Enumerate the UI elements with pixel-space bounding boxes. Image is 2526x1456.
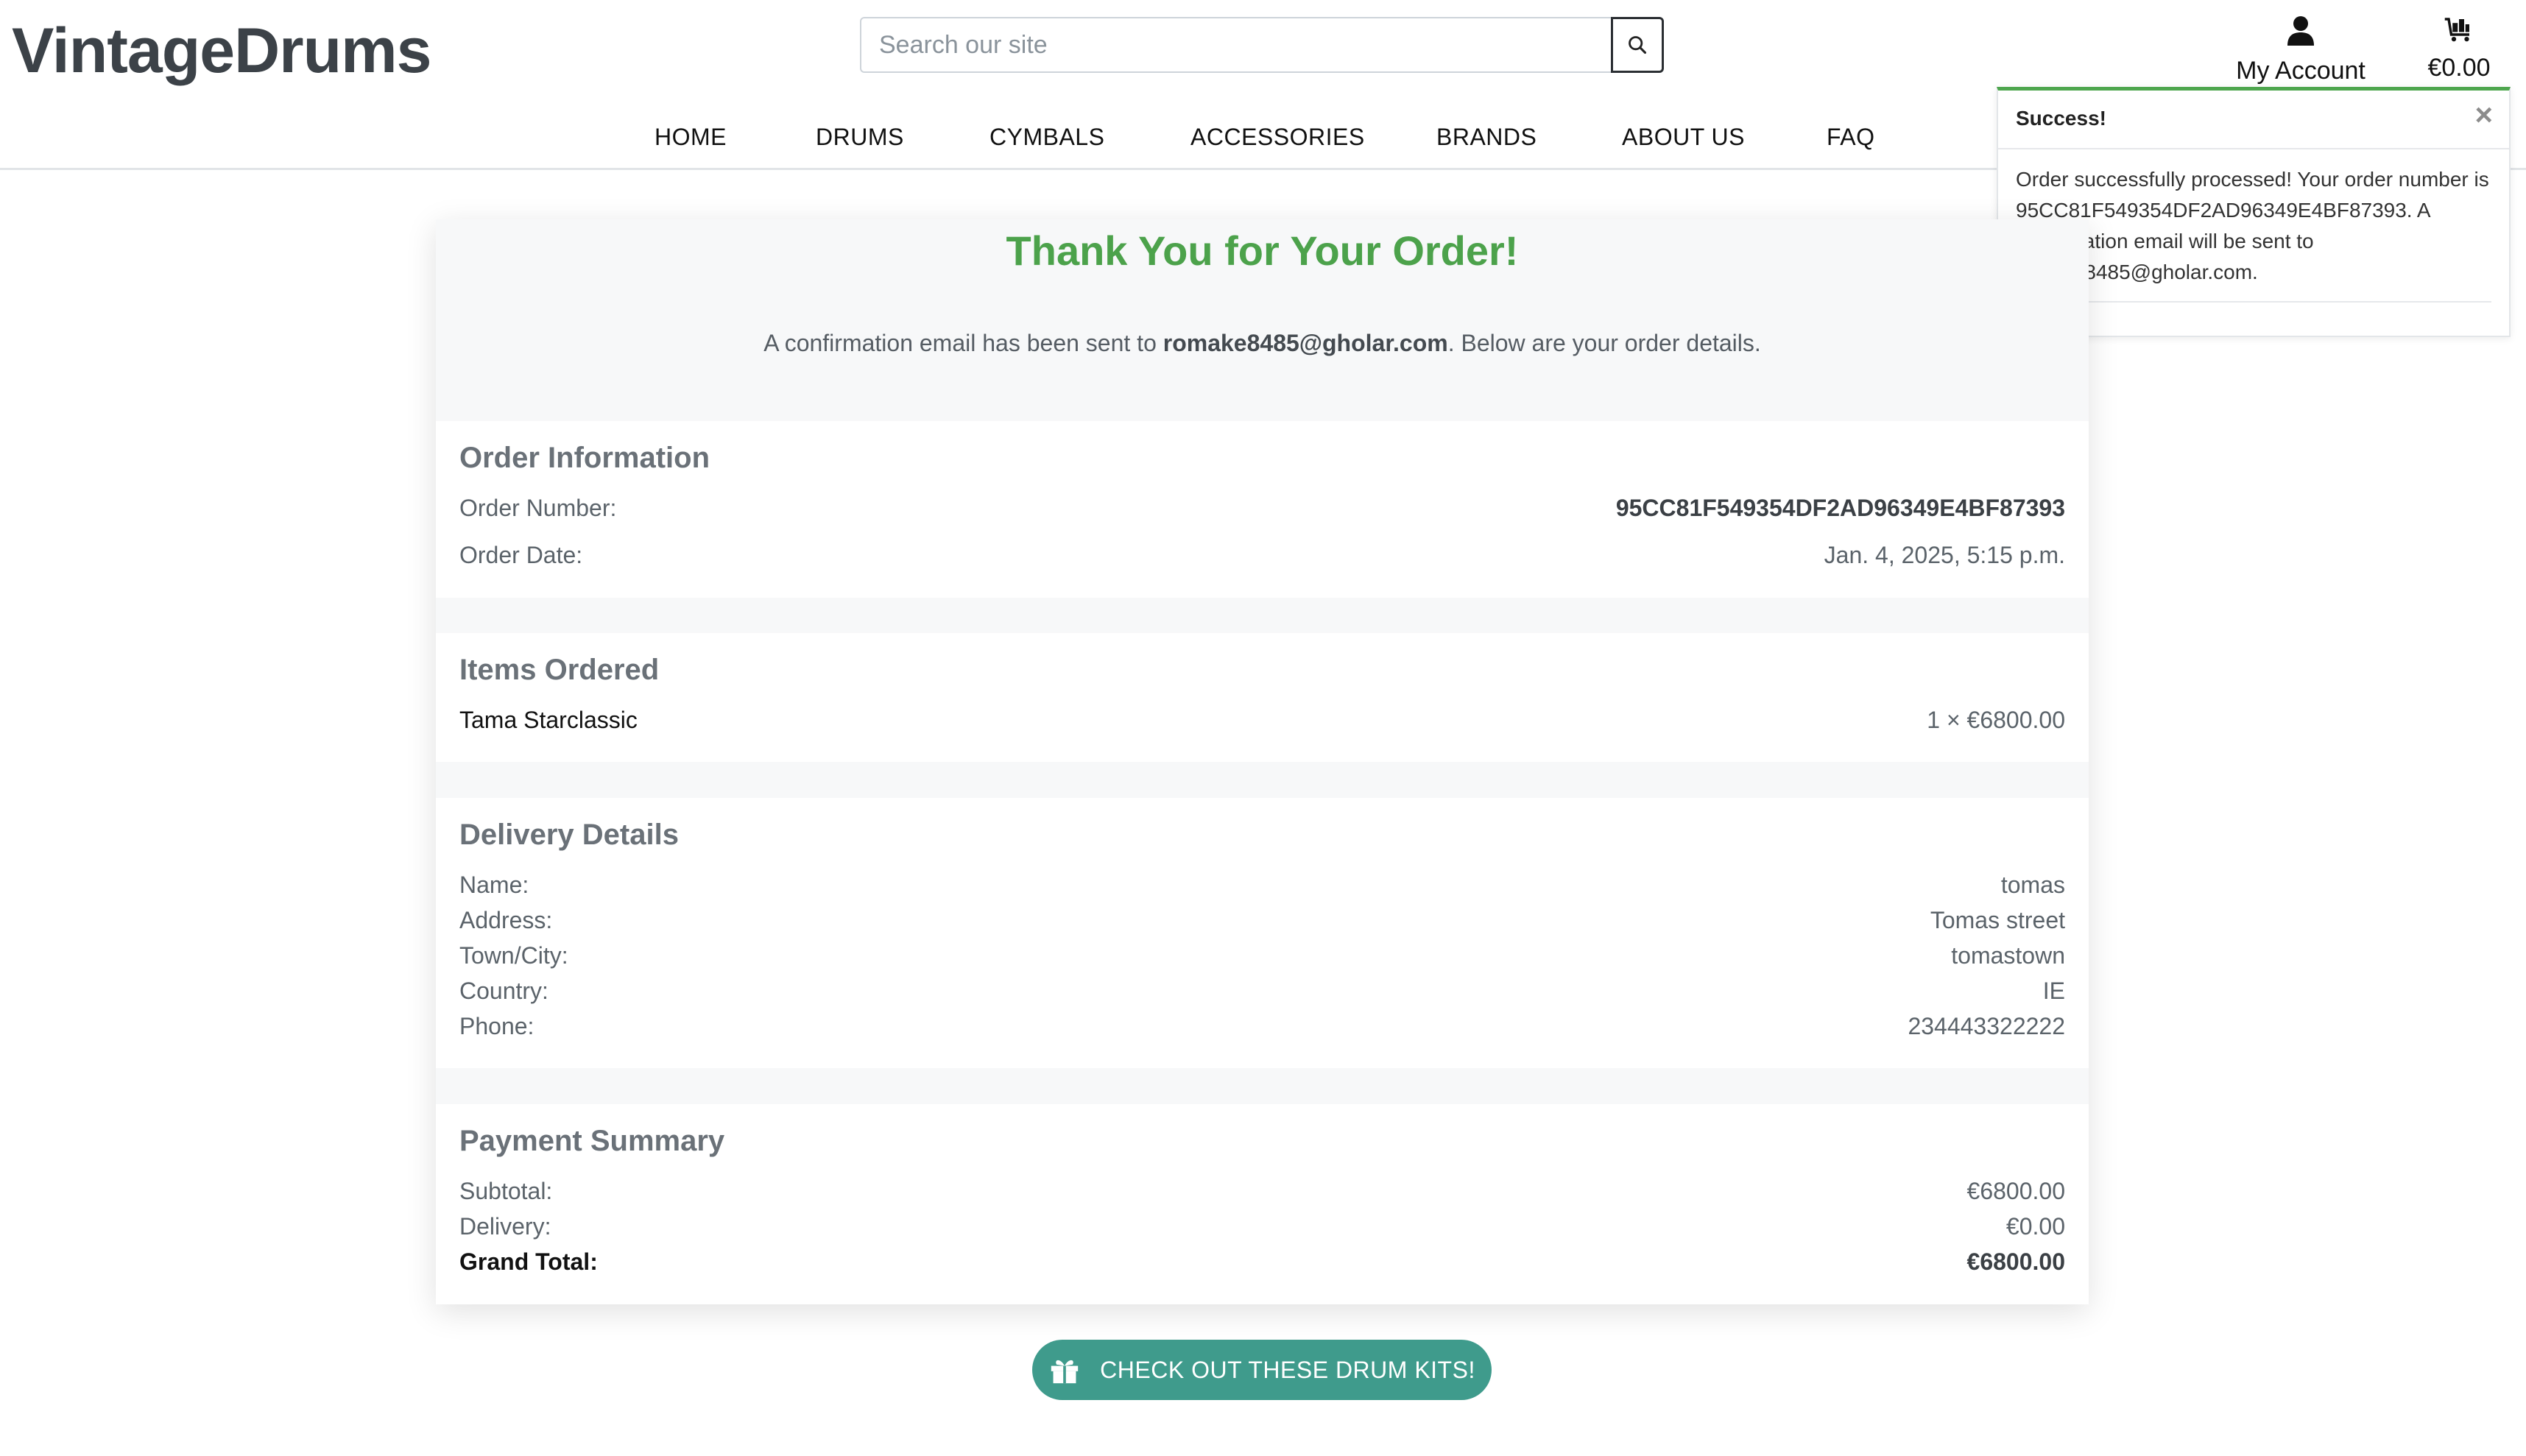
address-label: Address:: [459, 907, 553, 933]
section-heading: Order Information: [459, 442, 710, 474]
subtotal-label: Subtotal:: [459, 1178, 553, 1204]
payment-summary-section: Payment Summary Subtotal: €6800.00 Deliv…: [436, 1104, 2089, 1304]
search-button[interactable]: [1611, 17, 1664, 73]
section-heading: Payment Summary: [459, 1125, 725, 1157]
user-icon: [2287, 16, 2314, 46]
order-number-value: 95CC81F549354DF2AD96349E4BF87393: [1615, 495, 2065, 521]
nav-home[interactable]: HOME: [655, 124, 727, 151]
name-value: tomas: [2000, 872, 2065, 898]
cart-total: €0.00: [2427, 54, 2491, 82]
delivery-cost-value: €0.00: [2005, 1213, 2065, 1240]
items-ordered-section: Items Ordered Tama Starclassic 1 × €6800…: [436, 633, 2089, 762]
order-number-row: Order Number: 95CC81F549354DF2AD96349E4B…: [459, 495, 2065, 527]
address-value: Tomas street: [1930, 907, 2065, 933]
nav-faq[interactable]: FAQ: [1827, 124, 1875, 151]
grand-total-label: Grand Total:: [459, 1248, 598, 1275]
grand-total-row: Grand Total: €6800.00: [459, 1248, 2065, 1281]
search-input[interactable]: [860, 17, 1611, 73]
town-value: tomastown: [1951, 942, 2065, 969]
name-label: Name:: [459, 872, 529, 898]
subtotal-value: €6800.00: [1966, 1178, 2065, 1204]
toast-header: Success! ×: [1998, 91, 2509, 149]
search-icon: [1629, 36, 1647, 54]
nav-brands[interactable]: BRANDS: [1436, 124, 1537, 151]
order-date-value: Jan. 4, 2025, 5:15 p.m.: [1824, 542, 2065, 568]
delivery-cost-row: Delivery: €0.00: [459, 1213, 2065, 1245]
grand-total-value: €6800.00: [1966, 1248, 2065, 1275]
page-title: Thank You for Your Order!: [1006, 227, 1519, 274]
cart-link[interactable]: €0.00: [2422, 16, 2496, 82]
order-information-section: Order Information Order Number: 95CC81F5…: [436, 421, 2089, 598]
nav-cymbals[interactable]: CYMBALS: [989, 124, 1104, 151]
delivery-country-row: Country: IE: [459, 978, 2065, 1010]
cart-icon: [2444, 18, 2469, 42]
town-label: Town/City:: [459, 942, 568, 969]
order-confirmation-card: Thank You for Your Order! A confirmation…: [436, 219, 2089, 1304]
toast-title: Success!: [2016, 107, 2106, 130]
order-date-row: Order Date: Jan. 4, 2025, 5:15 p.m.: [459, 542, 2065, 574]
subtitle-suffix: . Below are your order details.: [1447, 330, 1761, 356]
my-account-label: My Account: [2236, 57, 2366, 85]
delivery-details-section: Delivery Details Name: tomas Address: To…: [436, 798, 2089, 1068]
nav-about-us[interactable]: ABOUT US: [1622, 124, 1745, 151]
check-out-drum-kits-button[interactable]: CHECK OUT THESE DRUM KITS!: [1032, 1340, 1492, 1400]
site-logo[interactable]: VintageDrums: [12, 15, 431, 88]
delivery-cost-label: Delivery:: [459, 1213, 551, 1240]
subtotal-row: Subtotal: €6800.00: [459, 1178, 2065, 1210]
list-item: Tama Starclassic 1 × €6800.00: [459, 707, 2065, 739]
my-account-link[interactable]: My Account: [2234, 15, 2367, 85]
order-number-label: Order Number:: [459, 495, 617, 521]
section-heading: Items Ordered: [459, 654, 660, 686]
subtitle-prefix: A confirmation email has been sent to: [763, 330, 1163, 356]
cta-label: CHECK OUT THESE DRUM KITS!: [1100, 1356, 1475, 1383]
search-bar: [860, 17, 1664, 73]
gift-icon: [1048, 1355, 1081, 1385]
delivery-name-row: Name: tomas: [459, 872, 2065, 904]
confirmation-email: romake8485@gholar.com: [1163, 330, 1448, 356]
item-qty-price: 1 × €6800.00: [1927, 707, 2065, 733]
delivery-address-row: Address: Tomas street: [459, 907, 2065, 939]
item-name: Tama Starclassic: [459, 707, 638, 733]
delivery-town-row: Town/City: tomastown: [459, 942, 2065, 975]
close-icon[interactable]: ×: [2474, 99, 2493, 130]
confirmation-subtitle: A confirmation email has been sent to ro…: [436, 330, 2089, 357]
country-label: Country:: [459, 978, 548, 1004]
nav-accessories[interactable]: ACCESSORIES: [1190, 124, 1365, 151]
phone-label: Phone:: [459, 1013, 535, 1039]
nav-drums[interactable]: DRUMS: [816, 124, 904, 151]
phone-value: 234443322222: [1908, 1013, 2065, 1039]
delivery-phone-row: Phone: 234443322222: [459, 1013, 2065, 1045]
section-heading: Delivery Details: [459, 819, 679, 851]
order-date-label: Order Date:: [459, 542, 583, 568]
toast-message-line: Order successfully processed! Your order…: [2016, 168, 2489, 191]
country-value: IE: [2042, 978, 2065, 1004]
